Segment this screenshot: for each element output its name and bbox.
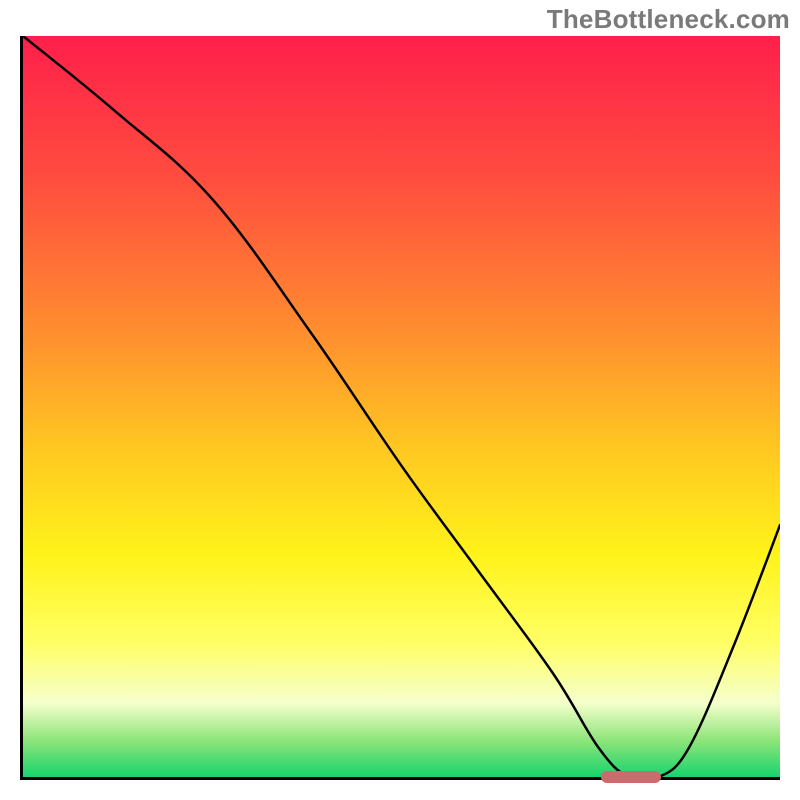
plot-svg [23, 36, 780, 777]
plot-area [20, 36, 780, 780]
bottleneck-chart: TheBottleneck.com [0, 0, 800, 800]
optimal-range-marker [601, 771, 662, 783]
gradient-background [23, 36, 780, 777]
watermark-text: TheBottleneck.com [547, 4, 790, 35]
